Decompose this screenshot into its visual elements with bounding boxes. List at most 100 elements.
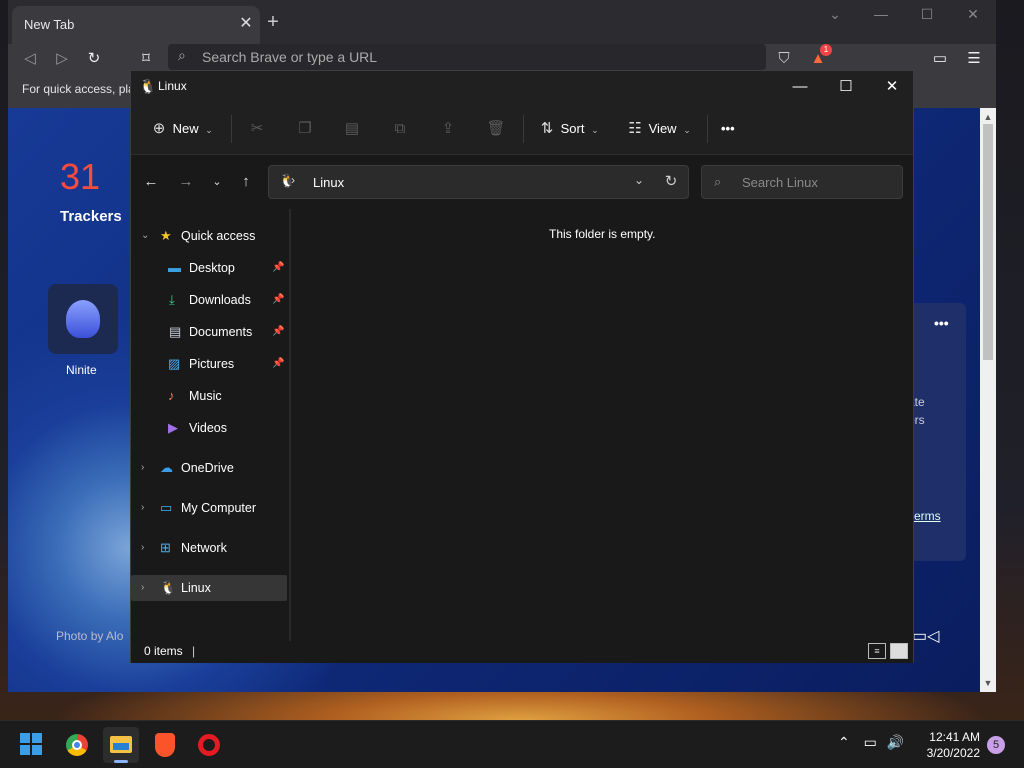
new-tab-button[interactable]: + bbox=[262, 11, 284, 33]
sidebar-item-downloads[interactable]: ⤓ Downloads 📌 bbox=[131, 287, 287, 313]
notification-badge[interactable]: 5 bbox=[987, 736, 1005, 754]
forward-arrow-icon[interactable]: → bbox=[172, 169, 200, 195]
chrome-taskbar-icon[interactable] bbox=[59, 727, 95, 763]
sidebar-item-quick-access[interactable]: ⌄ ★ Quick access bbox=[131, 223, 287, 249]
back-icon[interactable]: ◁ bbox=[18, 48, 42, 70]
sort-button[interactable]: ⇅ Sort ⌄ bbox=[537, 113, 599, 145]
file-explorer-window: 🐧 Linux — ☐ ✕ ⊕ New ⌄ ✂ ❐ ▤ ⧉ ⇪ 🗑 ⇅ Sort… bbox=[130, 70, 914, 663]
chevron-right-icon[interactable]: › bbox=[141, 575, 144, 601]
wallet-icon[interactable]: ▭ bbox=[928, 48, 952, 70]
omnibox[interactable]: ⌕ Search Brave or type a URL bbox=[168, 44, 766, 70]
empty-folder-message: This folder is empty. bbox=[549, 227, 656, 241]
windows-logo-icon bbox=[20, 733, 30, 743]
top-site-tile-ninite[interactable] bbox=[48, 284, 118, 354]
address-bar[interactable]: 🐧 › Linux ⌄ ↻ bbox=[268, 165, 689, 199]
sidebar-item-my-computer[interactable]: › ▭ My Computer bbox=[131, 495, 287, 521]
brave-taskbar-icon[interactable] bbox=[147, 727, 183, 763]
maximize-button[interactable]: ☐ bbox=[823, 71, 869, 103]
sidebar-item-onedrive[interactable]: › ☁ OneDrive bbox=[131, 455, 287, 481]
taskbar: ⌃ ▭ 🔊 12:41 AM 3/20/2022 5 bbox=[0, 720, 1024, 768]
reload-icon[interactable]: ↻ bbox=[82, 48, 106, 70]
file-explorer-taskbar-icon[interactable] bbox=[103, 727, 139, 763]
linux-penguin-icon: 🐧 bbox=[139, 78, 157, 94]
back-arrow-icon[interactable]: ← bbox=[137, 169, 165, 195]
search-placeholder: Search Linux bbox=[742, 175, 818, 190]
download-icon: ⤓ bbox=[169, 292, 175, 307]
chevron-right-icon[interactable]: › bbox=[141, 495, 144, 521]
search-box[interactable]: ⌕ Search Linux bbox=[701, 165, 903, 199]
music-icon: ♪ bbox=[168, 388, 175, 403]
chevron-up-icon[interactable]: ⌃ bbox=[838, 734, 850, 750]
video-camera-icon[interactable]: ▭◁ bbox=[912, 626, 939, 646]
view-button[interactable]: ☷ View ⌄ bbox=[625, 113, 690, 145]
forward-icon[interactable]: ▷ bbox=[50, 48, 74, 70]
network-tray-icon[interactable]: ▭ bbox=[864, 734, 877, 750]
clock-time[interactable]: 12:41 AM bbox=[928, 730, 980, 744]
windows-logo-icon bbox=[20, 745, 30, 755]
chevron-down-icon[interactable]: ⌄ bbox=[141, 223, 149, 249]
details-view-icon[interactable]: ≡ bbox=[868, 643, 886, 659]
recent-locations-chevron-icon[interactable]: ⌄ bbox=[203, 169, 231, 195]
browser-close-button[interactable]: ✕ bbox=[958, 6, 988, 26]
address-dropdown-icon[interactable]: ⌄ bbox=[629, 173, 649, 187]
new-button[interactable]: ⊕ New ⌄ bbox=[149, 113, 213, 145]
trackers-count: 31 bbox=[60, 156, 101, 197]
menu-icon[interactable]: ☰ bbox=[962, 48, 986, 70]
paste-button[interactable]: ▤ bbox=[342, 113, 362, 145]
chevron-down-icon: ⌄ bbox=[591, 125, 599, 135]
sidebar-item-documents[interactable]: ▤ Documents 📌 bbox=[131, 319, 287, 345]
scroll-down-arrow-icon[interactable]: ▼ bbox=[980, 676, 996, 690]
pin-icon: 📌 bbox=[272, 262, 285, 273]
sidebar-item-network[interactable]: › ⊞ Network bbox=[131, 535, 287, 561]
explorer-titlebar[interactable]: 🐧 Linux — ☐ ✕ bbox=[131, 71, 913, 103]
refresh-icon[interactable]: ↻ bbox=[661, 172, 681, 190]
sidebar-item-label: Desktop bbox=[189, 261, 235, 275]
terms-link[interactable]: erms bbox=[914, 509, 941, 523]
browser-tab[interactable]: New Tab ✕ bbox=[12, 6, 260, 44]
page-scrollbar[interactable]: ▲ ▼ bbox=[980, 108, 996, 692]
start-button[interactable] bbox=[14, 727, 50, 763]
sidebar-item-label: Downloads bbox=[189, 293, 251, 307]
see-more-icon[interactable]: ••• bbox=[721, 113, 735, 145]
bookmark-icon[interactable]: ⌑ bbox=[134, 48, 158, 70]
sidebar-item-pictures[interactable]: ▨ Pictures 📌 bbox=[131, 351, 287, 377]
tiles-view-icon[interactable] bbox=[890, 643, 908, 659]
tab-search-chevron-icon[interactable]: ⌄ bbox=[820, 6, 850, 26]
window-title: Linux bbox=[158, 79, 187, 93]
browser-maximize-button[interactable]: ☐ bbox=[912, 6, 942, 26]
share-button[interactable]: ⇪ bbox=[438, 113, 458, 145]
opera-taskbar-icon[interactable] bbox=[191, 727, 227, 763]
card-more-icon[interactable]: ••• bbox=[934, 315, 949, 331]
sidebar-item-label: Pictures bbox=[189, 357, 235, 371]
tab-close-icon[interactable]: ✕ bbox=[236, 13, 256, 33]
rename-button[interactable]: ⧉ bbox=[390, 113, 410, 145]
close-button[interactable]: ✕ bbox=[869, 71, 915, 103]
sidebar-item-label: Network bbox=[181, 541, 227, 555]
brave-rewards-icon[interactable]: ▲ 1 bbox=[806, 44, 832, 70]
up-arrow-icon[interactable]: ↑ bbox=[232, 169, 260, 195]
pane-splitter[interactable] bbox=[289, 209, 291, 641]
chevron-right-icon[interactable]: › bbox=[141, 535, 144, 561]
scroll-thumb[interactable] bbox=[983, 124, 993, 360]
copy-button[interactable]: ❐ bbox=[295, 113, 315, 145]
brave-shields-icon[interactable]: ⛉ bbox=[772, 48, 796, 70]
plus-circle-icon: ⊕ bbox=[152, 120, 166, 137]
volume-icon[interactable]: 🔊 bbox=[887, 734, 904, 750]
cut-button[interactable]: ✂ bbox=[247, 113, 267, 145]
clock-date[interactable]: 3/20/2022 bbox=[920, 746, 980, 760]
cloud-icon: ☁ bbox=[160, 460, 173, 475]
minimize-button[interactable]: — bbox=[777, 71, 823, 103]
sidebar-item-videos[interactable]: ▶ Videos bbox=[131, 415, 287, 441]
sidebar-item-desktop[interactable]: ▬ Desktop 📌 bbox=[131, 255, 287, 281]
scroll-up-arrow-icon[interactable]: ▲ bbox=[980, 110, 996, 124]
delete-button[interactable]: 🗑 bbox=[486, 113, 506, 145]
browser-minimize-button[interactable]: — bbox=[866, 6, 896, 26]
sidebar-item-linux[interactable]: › 🐧 Linux bbox=[131, 575, 287, 601]
chevron-right-icon[interactable]: › bbox=[141, 455, 144, 481]
chrome-center-icon bbox=[72, 740, 82, 750]
breadcrumb-chevron-icon[interactable]: › bbox=[291, 173, 295, 187]
breadcrumb-linux[interactable]: Linux bbox=[313, 175, 344, 190]
sidebar-item-music[interactable]: ♪ Music bbox=[131, 383, 287, 409]
desktop-icon: ▬ bbox=[168, 260, 181, 275]
photo-credit[interactable]: Photo by Alo bbox=[56, 629, 123, 643]
